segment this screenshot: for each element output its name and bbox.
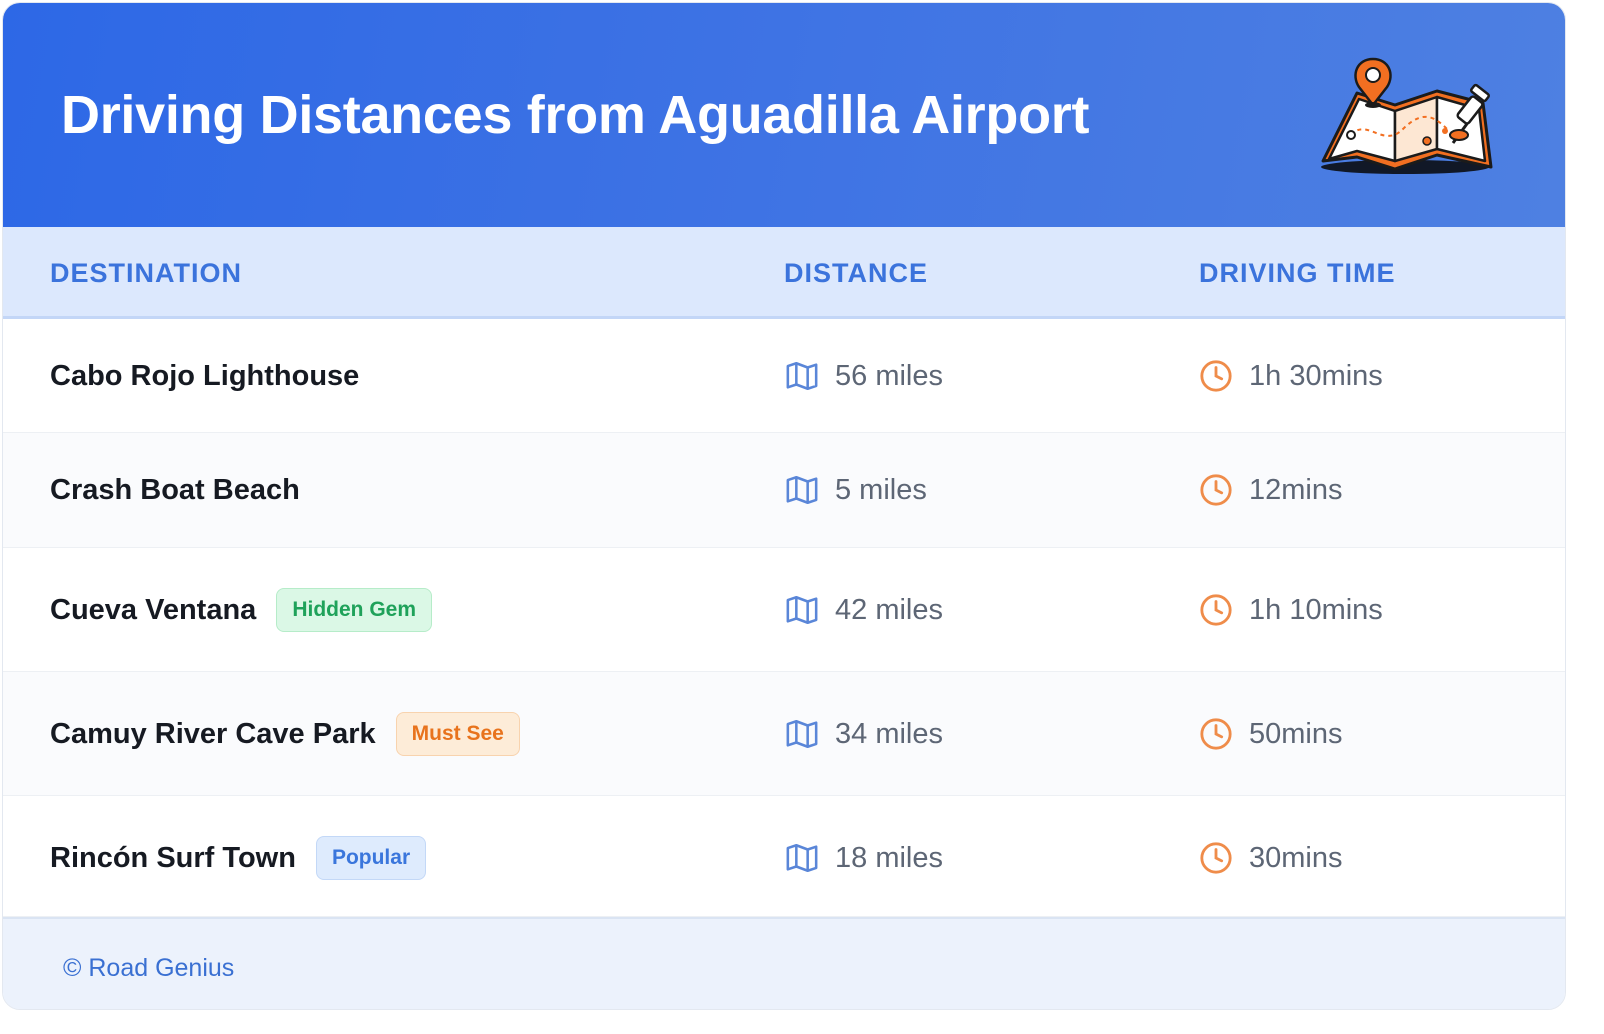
distance-cell: 42 miles <box>785 593 943 627</box>
table-row: Crash Boat Beach 5 miles 12mins <box>3 433 1565 548</box>
time-value: 1h 30mins <box>1249 360 1383 392</box>
distance-value: 42 miles <box>835 594 943 626</box>
destination-cell: Crash Boat Beach <box>50 473 300 507</box>
time-cell: 12mins <box>1199 473 1343 507</box>
table-row: Rincón Surf Town Popular 18 miles 30mins <box>3 796 1565 917</box>
distance-value: 5 miles <box>835 474 927 506</box>
time-value: 50mins <box>1249 718 1343 750</box>
distance-cell: 5 miles <box>785 473 927 507</box>
map-with-pins-icon <box>1321 57 1493 174</box>
distance-value: 34 miles <box>835 718 943 750</box>
clock-icon <box>1200 842 1232 874</box>
copyright-credit: © Road Genius <box>63 954 235 982</box>
map-icon <box>786 361 818 391</box>
clock-icon <box>1200 718 1232 750</box>
time-cell: 30mins <box>1199 841 1343 875</box>
destination-name: Cueva Ventana <box>50 594 257 626</box>
destination-name: Camuy River Cave Park <box>50 718 376 750</box>
table-row: Cabo Rojo Lighthouse 56 miles 1h 30mins <box>3 319 1565 433</box>
destination-name: Cabo Rojo Lighthouse <box>50 360 360 392</box>
destination-cell: Cueva Ventana Hidden Gem <box>50 588 433 632</box>
map-icon <box>786 475 818 505</box>
table-row: Cueva Ventana Hidden Gem 42 miles 1h 10m… <box>3 548 1565 672</box>
map-icon <box>786 719 818 749</box>
page-title: Driving Distances from Aguadilla Airport <box>61 85 1090 145</box>
badge-hidden-gem: Hidden Gem <box>276 588 433 632</box>
distance-cell: 18 miles <box>785 841 943 875</box>
badge-popular: Popular <box>315 836 427 880</box>
time-cell: 50mins <box>1199 717 1343 751</box>
clock-icon <box>1200 594 1232 626</box>
destination-name: Rincón Surf Town <box>50 842 296 874</box>
time-cell: 1h 10mins <box>1199 593 1383 627</box>
footer: © Road Genius <box>3 917 1565 1009</box>
column-header-destination: DESTINATION <box>50 258 242 288</box>
clock-icon <box>1200 474 1232 506</box>
distance-value: 56 miles <box>835 360 943 392</box>
time-value: 12mins <box>1249 474 1343 506</box>
map-icon <box>786 595 818 625</box>
clock-icon <box>1200 360 1232 392</box>
destination-cell: Rincón Surf Town Popular <box>50 836 427 880</box>
distance-cell: 56 miles <box>785 359 943 393</box>
distance-card: Driving Distances from Aguadilla Airport… <box>2 2 1566 1010</box>
time-cell: 1h 30mins <box>1199 359 1383 393</box>
table-row: Camuy River Cave Park Must See 34 miles … <box>3 672 1565 796</box>
time-value: 1h 10mins <box>1249 594 1383 626</box>
distance-cell: 34 miles <box>785 717 943 751</box>
header-banner: Driving Distances from Aguadilla Airport <box>3 3 1565 227</box>
time-value: 30mins <box>1249 842 1343 874</box>
badge-must-see: Must See <box>395 712 520 756</box>
distance-value: 18 miles <box>835 842 943 874</box>
destination-cell: Camuy River Cave Park Must See <box>50 712 520 756</box>
column-header-distance: DISTANCE <box>784 258 929 288</box>
table-header: DESTINATION DISTANCE DRIVING TIME <box>3 227 1565 319</box>
destination-cell: Cabo Rojo Lighthouse <box>50 359 359 393</box>
destination-name: Crash Boat Beach <box>50 474 300 506</box>
map-icon <box>786 843 818 873</box>
column-header-driving-time: DRIVING TIME <box>1199 258 1396 288</box>
